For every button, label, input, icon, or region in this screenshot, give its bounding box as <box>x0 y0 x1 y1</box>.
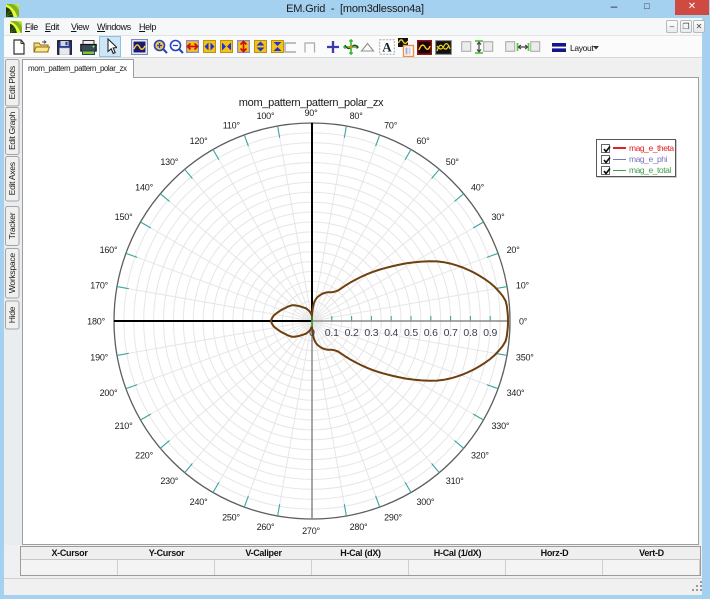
svg-text:180°: 180° <box>87 317 105 327</box>
svg-text:140°: 140° <box>135 183 153 193</box>
svg-text:10°: 10° <box>516 280 530 290</box>
svg-text:220°: 220° <box>135 451 153 461</box>
svg-text:300°: 300° <box>417 497 435 507</box>
svg-text:210°: 210° <box>115 421 133 431</box>
svg-text:0.3: 0.3 <box>364 327 378 339</box>
svg-text:270°: 270° <box>302 526 320 536</box>
svg-text:80°: 80° <box>350 111 364 121</box>
svg-text:0.6: 0.6 <box>424 327 438 339</box>
svg-text:60°: 60° <box>417 136 431 146</box>
svg-text:200°: 200° <box>100 388 118 398</box>
svg-text:130°: 130° <box>160 157 178 167</box>
svg-text:0.8: 0.8 <box>463 327 477 339</box>
svg-text:320°: 320° <box>471 451 489 461</box>
svg-text:340°: 340° <box>507 388 525 398</box>
svg-text:0.1: 0.1 <box>325 327 339 339</box>
svg-text:230°: 230° <box>160 476 178 486</box>
svg-text:120°: 120° <box>190 136 208 146</box>
svg-text:170°: 170° <box>90 280 108 290</box>
svg-text:0.9: 0.9 <box>483 327 497 339</box>
svg-text:290°: 290° <box>384 512 402 522</box>
svg-text:0.4: 0.4 <box>384 327 398 339</box>
svg-text:30°: 30° <box>492 212 506 222</box>
svg-text:40°: 40° <box>471 183 485 193</box>
svg-text:260°: 260° <box>257 522 275 532</box>
svg-text:100°: 100° <box>257 111 275 121</box>
svg-text:160°: 160° <box>100 245 118 255</box>
svg-text:350°: 350° <box>516 353 534 363</box>
svg-text:250°: 250° <box>222 512 240 522</box>
svg-text:0.5: 0.5 <box>404 327 418 339</box>
svg-text:240°: 240° <box>190 497 208 507</box>
svg-text:0.7: 0.7 <box>444 327 458 339</box>
svg-text:280°: 280° <box>350 522 368 532</box>
svg-text:20°: 20° <box>507 245 521 255</box>
svg-text:110°: 110° <box>223 121 241 131</box>
svg-text:190°: 190° <box>90 353 108 363</box>
svg-text:330°: 330° <box>492 421 510 431</box>
svg-text:310°: 310° <box>446 476 464 486</box>
svg-text:90°: 90° <box>304 108 318 118</box>
svg-text:150°: 150° <box>115 212 133 222</box>
svg-text:0°: 0° <box>519 317 528 327</box>
svg-text:50°: 50° <box>446 157 460 167</box>
svg-text:70°: 70° <box>384 121 398 131</box>
svg-text:0.2: 0.2 <box>345 327 359 339</box>
